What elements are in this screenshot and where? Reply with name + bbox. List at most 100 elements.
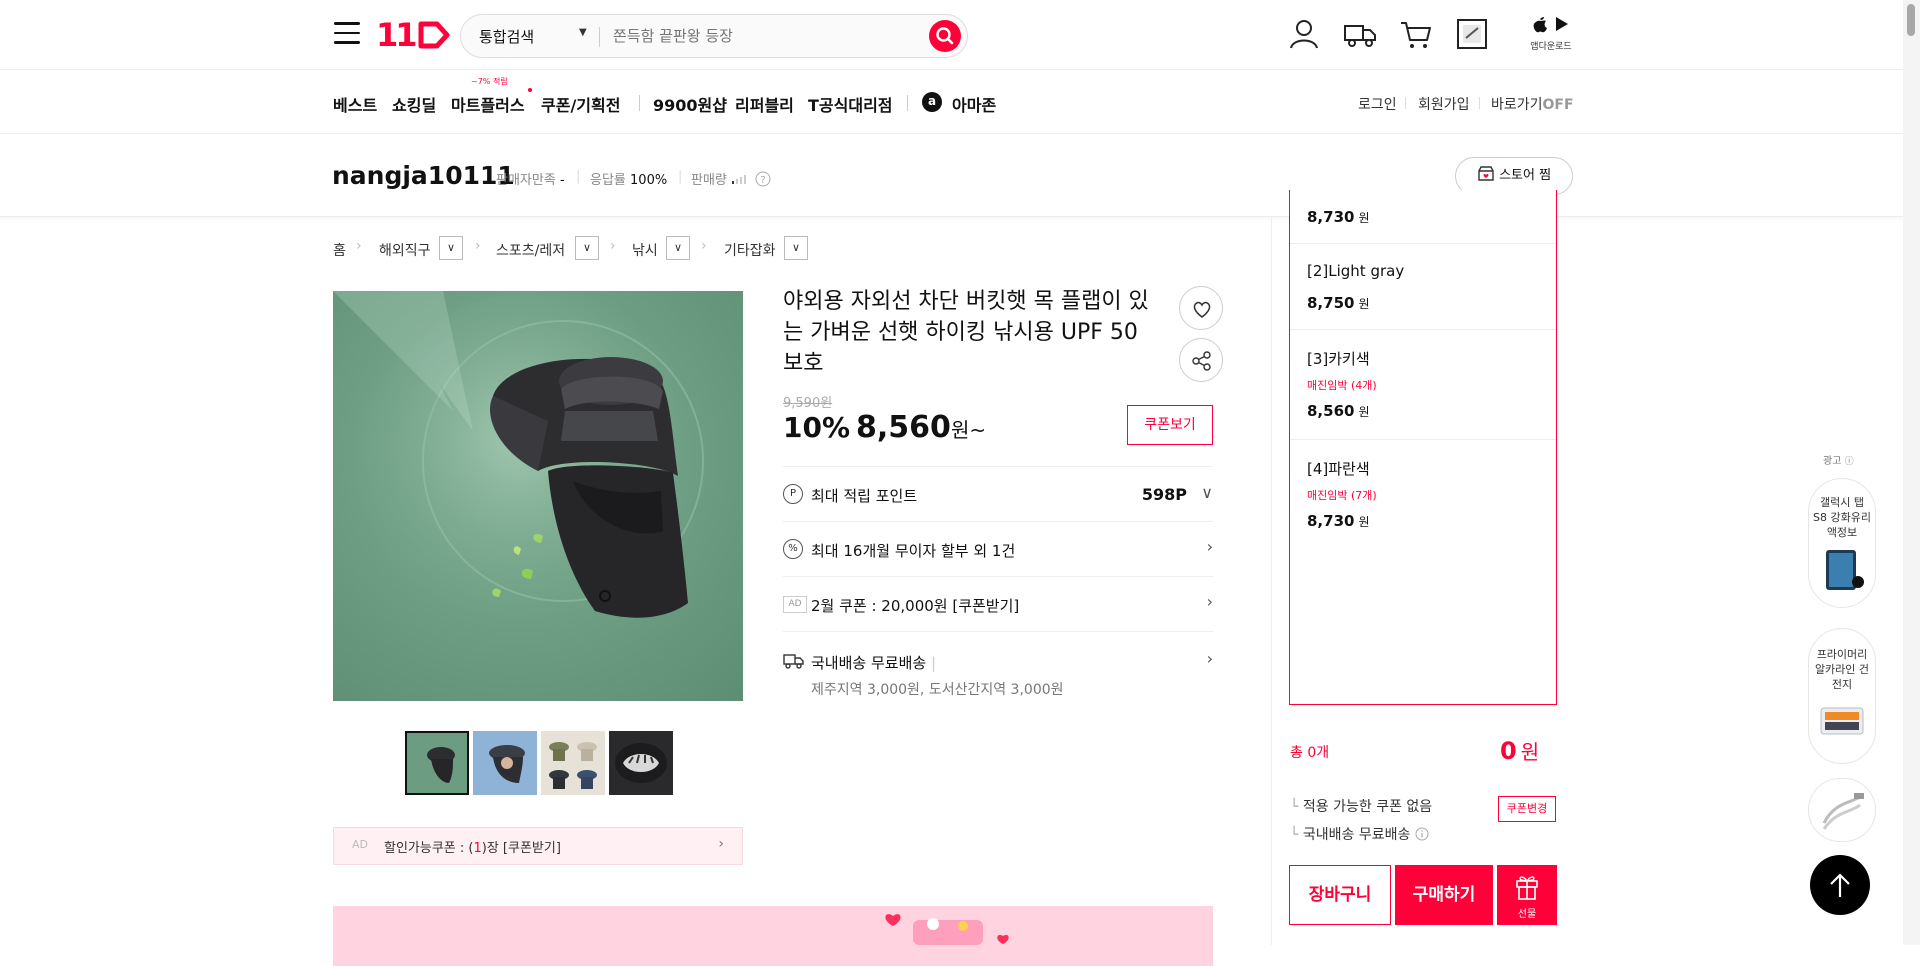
nav-mart-plus[interactable]: 마트플러스 bbox=[451, 92, 525, 116]
nav-divider bbox=[907, 95, 908, 111]
shipping-row[interactable]: 국내배송 무료배송 | 제주지역 3,000원, 도서산간지역 3,000원 › bbox=[783, 631, 1213, 706]
option-item-4[interactable]: [4]파란색 매진임박 (7개) 8,730 원 bbox=[1290, 440, 1556, 540]
shipping-extra: 제주지역 3,000원, 도서산간지역 3,000원 bbox=[811, 682, 1064, 698]
view-coupon-button[interactable]: 쿠폰보기 bbox=[1127, 405, 1213, 445]
seller-name[interactable]: nangja10111 bbox=[332, 161, 515, 190]
thumbnail-4[interactable] bbox=[609, 731, 673, 795]
response-label: 응답률 bbox=[590, 173, 626, 188]
recent-viewed-icon[interactable] bbox=[1454, 16, 1490, 52]
chevron-down-icon[interactable]: ▼ bbox=[579, 27, 587, 38]
breadcrumb-separator: › bbox=[356, 238, 362, 254]
ad-tag: AD bbox=[783, 596, 807, 613]
total-price: 0원 bbox=[1500, 736, 1539, 765]
nav-refurbly[interactable]: 리퍼블리 bbox=[735, 92, 794, 116]
shortcut-toggle[interactable]: 바로가기OFF bbox=[1491, 94, 1574, 114]
user-icon[interactable] bbox=[1286, 16, 1322, 52]
seller-sales: 판매량 ? bbox=[691, 169, 771, 188]
store-follow-label: 스토어 찜 bbox=[1499, 168, 1552, 183]
nav-best[interactable]: 베스트 bbox=[333, 92, 377, 116]
side-ad-card-2[interactable]: 프라이머리 알카라인 건전지 bbox=[1808, 628, 1876, 764]
nav-coupon-event[interactable]: 쿠폰/기획전 bbox=[541, 92, 620, 116]
promo-banner[interactable] bbox=[333, 906, 1213, 966]
satisfaction-value: - bbox=[559, 173, 565, 188]
discount-coupon-bar[interactable]: AD 할인가능쿠폰 : (1)장 [쿠폰받기] › bbox=[333, 827, 743, 865]
coupon-ad-row[interactable]: AD 2월 쿠폰 : 20,000원 [쿠폰받기] › bbox=[783, 576, 1213, 631]
amazon-icon: a bbox=[922, 92, 942, 112]
search-input[interactable] bbox=[613, 23, 913, 49]
discount-coupon-label: 할인가능쿠폰 : (1)장 [쿠폰받기] bbox=[384, 837, 561, 856]
breadcrumb-misc[interactable]: 기타잡화 bbox=[724, 240, 776, 260]
nav-shocking-deal[interactable]: 쇼킹딜 bbox=[392, 92, 436, 116]
option-price-value: 8,750 bbox=[1307, 294, 1355, 312]
chevron-down-icon[interactable]: ∨ bbox=[784, 236, 808, 260]
top-header: 11 통합검색 ▼ 앱다운로드 bbox=[0, 0, 1920, 70]
option-stock-warning: 매진임박 (7개) bbox=[1307, 489, 1377, 502]
gift-button[interactable]: 선물 bbox=[1497, 865, 1557, 925]
app-download-link[interactable]: 앱다운로드 bbox=[1528, 14, 1574, 52]
logo-text: 11 bbox=[376, 16, 417, 54]
seller-bar: nangja10111 판매자만족 - | 응답률 100% | 판매량 ? 스… bbox=[0, 135, 1920, 217]
tree-branch-icon: └ bbox=[1290, 827, 1299, 843]
tree-branch-icon: └ bbox=[1290, 799, 1299, 815]
nav-amazon[interactable]: 아마존 bbox=[952, 92, 996, 116]
installment-row[interactable]: % 최대 16개월 무이자 할부 외 1건 › bbox=[783, 521, 1213, 576]
nav-9900-shop[interactable]: 9900원샵 bbox=[653, 92, 727, 116]
info-icon[interactable]: ⓘ bbox=[1845, 457, 1854, 467]
breadcrumb-sports[interactable]: 스포츠/레저 bbox=[496, 240, 565, 260]
menu-icon[interactable] bbox=[334, 22, 360, 44]
wishlist-button[interactable] bbox=[1179, 286, 1223, 330]
thumbnail-1[interactable] bbox=[405, 731, 469, 795]
delivery-truck-icon[interactable] bbox=[1342, 16, 1378, 52]
thumbnail-3[interactable] bbox=[541, 731, 605, 795]
shipping-note: └ 국내배송 무료배송 bbox=[1290, 824, 1429, 844]
page-scrollbar[interactable] bbox=[1903, 0, 1920, 945]
scroll-top-button[interactable] bbox=[1810, 855, 1870, 915]
chevron-right-icon: › bbox=[1206, 649, 1213, 668]
chevron-down-icon[interactable]: ∨ bbox=[666, 236, 690, 260]
option-name: [2]Light gray bbox=[1307, 262, 1405, 280]
thumbnail-2[interactable] bbox=[473, 731, 537, 795]
share-button[interactable] bbox=[1179, 338, 1223, 382]
breadcrumb-home[interactable]: 홈 bbox=[333, 240, 346, 260]
coupon-count: 1 bbox=[473, 841, 482, 856]
gift-label: 선물 bbox=[1517, 909, 1537, 920]
search-bar: 통합검색 ▼ bbox=[460, 14, 968, 58]
cart-icon[interactable] bbox=[1398, 16, 1434, 52]
login-link[interactable]: 로그인 bbox=[1358, 94, 1397, 114]
buy-now-button[interactable]: 구매하기 bbox=[1395, 865, 1493, 925]
option-price-unit: 원 bbox=[1358, 297, 1370, 311]
scrollbar-thumb[interactable] bbox=[1907, 4, 1915, 36]
option-item-2[interactable]: [2]Light gray 8,750 원 bbox=[1290, 244, 1556, 330]
option-price-unit: 원 bbox=[1358, 515, 1370, 529]
option-item-3[interactable]: [3]카키색 매진임박 (4개) 8,560 원 bbox=[1290, 330, 1556, 440]
product-main-image[interactable] bbox=[333, 291, 743, 701]
shipping-label: 국내배송 무료배송 | bbox=[811, 652, 936, 673]
product-title: 야외용 자외선 차단 버킷햇 목 플랩이 있는 가벼운 선햇 하이킹 낚시용 U… bbox=[783, 289, 1149, 376]
points-row[interactable]: P 최대 적립 포인트 598P ∨ bbox=[783, 466, 1213, 521]
percent-icon: % bbox=[783, 539, 803, 559]
chevron-down-icon[interactable]: ∨ bbox=[575, 236, 599, 260]
search-button[interactable] bbox=[929, 20, 961, 52]
chevron-down-icon[interactable]: ∨ bbox=[439, 236, 463, 260]
shortcut-state: OFF bbox=[1542, 97, 1574, 113]
option-item-1[interactable]: 8,730 원 bbox=[1290, 190, 1556, 244]
point-icon: P bbox=[783, 484, 803, 504]
option-list-panel: 8,730 원 [2]Light gray 8,750 원 [3]카키색 매진임박 … bbox=[1289, 190, 1557, 705]
option-name: [4]파란색 bbox=[1307, 460, 1370, 478]
category-nav: 베스트 쇼킹딜 마트플러스 ~7% 적립 쿠폰/기획전 9900원샵 리퍼블리 … bbox=[0, 70, 1920, 134]
breadcrumb-overseas[interactable]: 해외직구 bbox=[379, 240, 431, 260]
side-ad-card-3[interactable] bbox=[1808, 778, 1876, 842]
search-category-select[interactable]: 통합검색 bbox=[479, 26, 534, 47]
meta-divider: | bbox=[576, 169, 581, 184]
add-to-cart-button[interactable]: 장바구니 bbox=[1289, 865, 1391, 925]
coupon-change-button[interactable]: 쿠폰변경 bbox=[1498, 796, 1556, 822]
breadcrumb-fishing[interactable]: 낚시 bbox=[632, 240, 658, 260]
nav-t-official[interactable]: T공식대리점 bbox=[808, 92, 893, 116]
signup-link[interactable]: 회원가입 bbox=[1418, 94, 1470, 114]
help-icon[interactable]: ? bbox=[755, 171, 771, 187]
site-logo[interactable]: 11 bbox=[376, 16, 453, 54]
option-name: [3]카키색 bbox=[1307, 350, 1370, 368]
info-icon[interactable] bbox=[1415, 827, 1429, 841]
total-count: 총 0개 bbox=[1290, 745, 1330, 761]
side-ad-card-1[interactable]: 갤럭시 탭 S8 강화유리 액정보 bbox=[1808, 478, 1876, 608]
